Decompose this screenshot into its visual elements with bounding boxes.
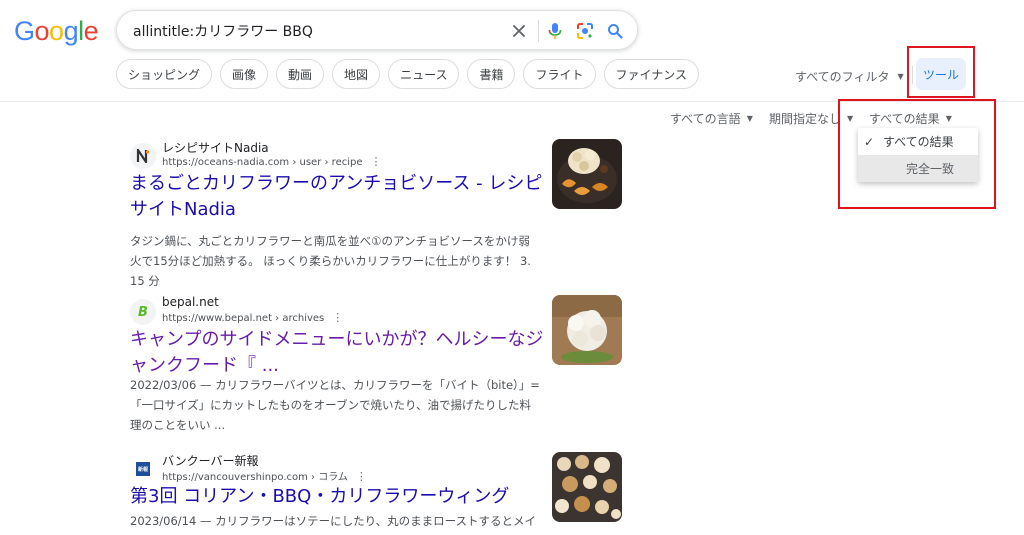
search-box[interactable]: allintitle:カリフラワー BBQ [116, 10, 638, 50]
chip-books[interactable]: 書籍 [467, 59, 516, 89]
result-site-name[interactable]: bepal.net [162, 295, 219, 309]
chip-news[interactable]: ニュース [388, 59, 460, 89]
nadia-favicon-icon [130, 143, 156, 169]
caret-down-icon: ▼ [746, 114, 753, 123]
clear-icon[interactable] [509, 21, 529, 41]
result-title-link[interactable]: 第3回 コリアン・BBQ・カリフラワーウィング [130, 484, 550, 510]
favicon-letter: B [138, 304, 148, 320]
more-options-icon[interactable]: ⋮ [332, 311, 343, 324]
chip-flights[interactable]: フライト [523, 59, 596, 89]
favicon-letter: 新報 [136, 462, 150, 476]
chip-videos[interactable]: 動画 [276, 59, 325, 89]
search-divider [538, 20, 539, 42]
checkmark-icon: ✓ [864, 134, 875, 149]
result-snippet: 2023/06/14 — カリフラワーはソテーにしたり、丸のままローストするとメ… [130, 514, 537, 535]
caret-down-icon: ▼ [897, 72, 904, 81]
result-url-text: https://oceans-nadia.com › user › recipe [162, 157, 363, 168]
all-filters-label: すべてのフィルタ [795, 70, 890, 84]
result-snippet: 2022/03/06 — カリフラワーバイツとは、カリフラワーを「バイト（bit… [130, 378, 540, 432]
chip-finance[interactable]: ファイナンス [603, 59, 700, 89]
vancouver-shinpo-favicon-icon: 新報 [130, 456, 156, 482]
search-type-chips: ショッピング 画像 動画 地図 ニュース 書籍 フライト ファイナンス [116, 59, 700, 89]
logo-letter: g [63, 16, 79, 46]
logo-letter: e [83, 16, 99, 46]
result-site-name[interactable]: レシピサイトNadia [162, 139, 269, 156]
logo-letter: o [49, 16, 64, 46]
results-dropdown-menu: ✓ すべての結果 完全一致 [858, 128, 978, 182]
logo-letter: G [14, 16, 35, 46]
result-url-text: https://www.bepal.net › archives [162, 313, 325, 324]
result-url[interactable]: https://vancouvershinpo.com › コラム ⋮ [162, 468, 367, 483]
more-options-icon[interactable]: ⋮ [371, 155, 382, 168]
menu-item-all-results[interactable]: ✓ すべての結果 [858, 128, 978, 155]
result-site-name[interactable]: バンクーバー新報 [162, 452, 258, 469]
result-url-text: https://vancouvershinpo.com › コラム [162, 472, 348, 483]
menu-item-label: すべての結果 [883, 135, 954, 149]
lens-icon[interactable] [575, 21, 595, 41]
google-logo[interactable]: Google [14, 16, 99, 47]
menu-item-verbatim[interactable]: 完全一致 [858, 155, 978, 182]
result-thumbnail-image[interactable] [552, 295, 622, 365]
result-url[interactable]: https://oceans-nadia.com › user › recipe… [162, 155, 382, 168]
result-title-link[interactable]: キャンプのサイドメニューにいかが？ヘルシーなジャンクフード『 ... [130, 327, 550, 379]
result-title-link[interactable]: まるごとカリフラワーのアンチョビソース - レシピサイトNadia [130, 171, 550, 223]
result-thumbnail-image[interactable] [552, 139, 622, 209]
chip-images[interactable]: 画像 [220, 59, 269, 89]
result-thumbnail-image[interactable] [552, 452, 622, 522]
highlight-box-tools [907, 46, 975, 98]
more-options-icon[interactable]: ⋮ [356, 470, 367, 483]
mic-icon[interactable] [545, 21, 565, 41]
result-url[interactable]: https://www.bepal.net › archives ⋮ [162, 311, 343, 324]
chip-maps[interactable]: 地図 [332, 59, 381, 89]
language-filter-label: すべての言語 [670, 112, 741, 126]
chip-shopping[interactable]: ショッピング [116, 59, 213, 89]
all-filters-button[interactable]: すべてのフィルタ ▼ [795, 68, 904, 85]
logo-letter: o [34, 16, 50, 46]
search-icon[interactable] [605, 21, 625, 41]
language-filter[interactable]: すべての言語 ▼ [670, 110, 753, 127]
search-input[interactable]: allintitle:カリフラワー BBQ [133, 21, 313, 41]
bepal-favicon-icon: B [130, 299, 156, 325]
result-snippet: タジン鍋に、丸ごとカリフラワーと南瓜を並べ①のアンチョビソースをかけ弱火で15分… [130, 234, 531, 288]
time-filter-label: 期間指定なし [769, 112, 842, 126]
